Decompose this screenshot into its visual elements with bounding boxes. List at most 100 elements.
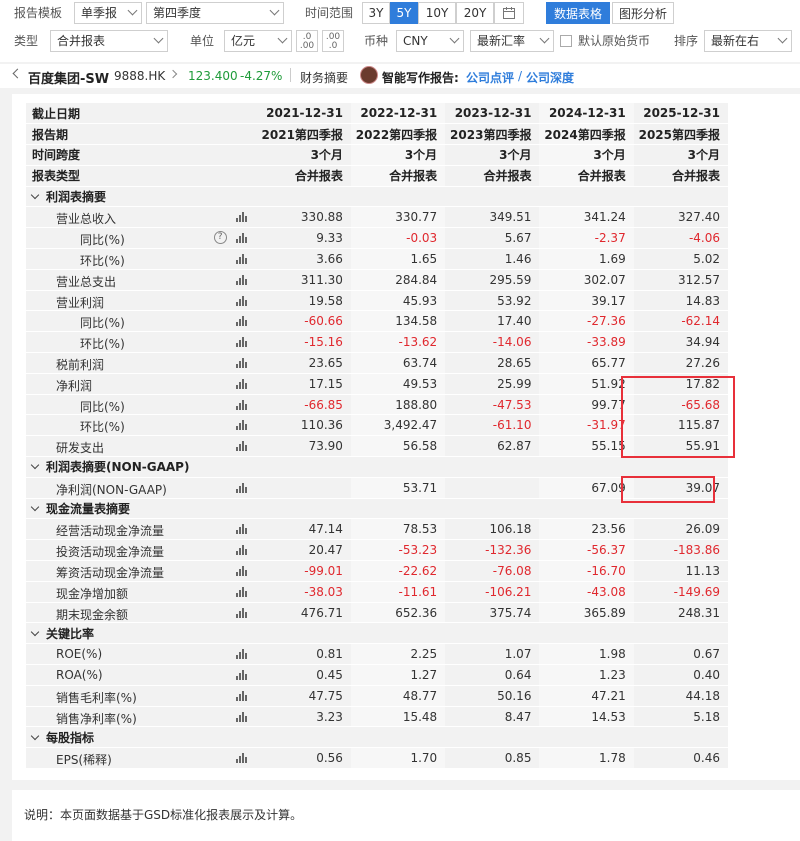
bar-chart-icon[interactable] bbox=[235, 441, 247, 452]
bar-chart-icon[interactable] bbox=[235, 295, 247, 306]
row-label: 营业总支出 bbox=[56, 274, 117, 289]
row-label-cell: 研发支出 bbox=[26, 435, 257, 458]
report-kind-value: 合并报表 bbox=[57, 34, 106, 48]
bar-chart-icon[interactable] bbox=[235, 337, 247, 348]
bar-chart-icon[interactable] bbox=[235, 358, 247, 369]
sort-select[interactable]: 最新在右 bbox=[704, 30, 792, 52]
currency-select[interactable]: CNY bbox=[396, 30, 464, 52]
row-label-cell: 筹资活动现金净流量 bbox=[26, 560, 257, 582]
value-cell: -38.03 bbox=[256, 581, 351, 603]
ai-report-label: 智能写作报告: bbox=[382, 71, 459, 85]
table-row: 同比(%) -60.66 134.58 17.40 -27.36 -62.14 bbox=[26, 310, 728, 333]
company-review-link[interactable]: 公司点评 bbox=[466, 69, 514, 86]
bar-chart-icon[interactable] bbox=[235, 212, 247, 223]
bar-chart-icon[interactable] bbox=[235, 233, 247, 244]
value-cell: -61.10 bbox=[445, 414, 540, 437]
quarter-select[interactable]: 第四季度 bbox=[146, 2, 284, 24]
bar-chart-icon[interactable] bbox=[235, 670, 247, 681]
row-label-cell: 投资活动现金净流量 bbox=[26, 539, 257, 562]
company-name[interactable]: 百度集团-SW bbox=[28, 68, 109, 87]
value-cell: 188.80 bbox=[350, 394, 446, 416]
range-20y-button[interactable]: 20Y bbox=[456, 2, 494, 24]
row-label-cell: 营业总收入 bbox=[26, 206, 257, 229]
section-header[interactable]: 每股指标 bbox=[26, 726, 728, 749]
section-row[interactable]: 每股指标 bbox=[26, 726, 728, 749]
report-type-value: 单季报 bbox=[81, 6, 118, 20]
table-row: 税前利润 23.65 63.74 28.65 65.77 27.26 bbox=[26, 352, 728, 374]
header-row: 报告期 2021第四季报 2022第四季报 2023第四季报 2024第四季报 2025第… bbox=[26, 123, 728, 146]
bar-chart-icon[interactable] bbox=[235, 607, 247, 618]
header-cell: 合并报表 bbox=[633, 165, 728, 187]
bar-chart-icon[interactable] bbox=[235, 711, 247, 722]
section-header[interactable]: 关键比率 bbox=[26, 622, 728, 645]
decimal-increase-button[interactable]: .0.00 bbox=[296, 30, 318, 52]
value-cell: 1.46 bbox=[445, 248, 540, 270]
section-header[interactable]: 利润表摘要 bbox=[26, 186, 728, 208]
value-cell: 62.87 bbox=[445, 435, 540, 458]
value-cell: 5.18 bbox=[633, 706, 728, 728]
header-cell: 2022第四季报 bbox=[350, 123, 446, 146]
bar-chart-icon[interactable] bbox=[235, 586, 247, 597]
row-label-cell: 销售净利率(%) bbox=[26, 706, 257, 728]
header-row: 时间跨度 3个月 3个月 3个月 3个月 3个月 bbox=[26, 144, 728, 166]
bar-chart-icon[interactable] bbox=[235, 649, 247, 660]
report-type-select[interactable]: 单季报 bbox=[74, 2, 142, 24]
bar-chart-icon[interactable] bbox=[235, 753, 247, 764]
chevron-down-icon[interactable] bbox=[30, 731, 40, 741]
range-5y-button[interactable]: 5Y bbox=[390, 2, 418, 24]
bar-chart-icon[interactable] bbox=[235, 545, 247, 556]
row-label: 销售毛利率(%) bbox=[56, 690, 137, 705]
value-cell bbox=[256, 477, 351, 499]
row-label: EPS(稀释) bbox=[56, 753, 112, 768]
value-cell: 302.07 bbox=[539, 269, 634, 291]
row-label: 研发支出 bbox=[56, 441, 105, 456]
value-cell: 365.89 bbox=[539, 602, 634, 624]
unit-select[interactable]: 亿元 bbox=[224, 30, 292, 52]
section-header[interactable]: 利润表摘要(NON-GAAP) bbox=[26, 456, 728, 478]
chevron-right-icon[interactable] bbox=[168, 69, 178, 79]
decimal-decrease-button[interactable]: .00.0 bbox=[322, 30, 344, 52]
value-cell: 3,492.47 bbox=[350, 414, 446, 437]
bar-chart-icon[interactable] bbox=[235, 316, 247, 327]
chevron-down-icon[interactable] bbox=[30, 627, 40, 637]
header-label: 截止日期 bbox=[26, 103, 257, 125]
unit-value: 亿元 bbox=[231, 34, 256, 48]
row-label-cell: EPS(稀释) bbox=[26, 747, 257, 769]
section-row[interactable]: 关键比率 bbox=[26, 622, 728, 645]
bar-chart-icon[interactable] bbox=[235, 274, 247, 285]
calendar-button[interactable] bbox=[494, 2, 524, 24]
chevron-down-icon[interactable] bbox=[30, 190, 40, 200]
exchange-rate-select[interactable]: 最新汇率 bbox=[470, 30, 554, 52]
header-label: 报表类型 bbox=[26, 165, 257, 187]
header-cell: 2025第四季报 bbox=[633, 123, 728, 146]
value-cell: 47.21 bbox=[539, 685, 634, 707]
report-kind-select[interactable]: 合并报表 bbox=[50, 30, 168, 52]
help-icon[interactable]: ? bbox=[213, 231, 227, 245]
chevron-down-icon[interactable] bbox=[30, 502, 40, 512]
header-cell: 3个月 bbox=[633, 144, 728, 166]
tab-data-table[interactable]: 数据表格 bbox=[546, 2, 610, 24]
bar-chart-icon[interactable] bbox=[235, 254, 247, 265]
tab-chart-analysis[interactable]: 图形分析 bbox=[612, 2, 674, 24]
section-row[interactable]: 利润表摘要 bbox=[26, 186, 728, 208]
bar-chart-icon[interactable] bbox=[235, 566, 247, 577]
value-cell: -13.62 bbox=[350, 331, 446, 354]
default-currency-checkbox[interactable] bbox=[560, 35, 572, 47]
bar-chart-icon[interactable] bbox=[235, 524, 247, 535]
company-depth-link[interactable]: 公司深度 bbox=[526, 69, 574, 86]
bar-chart-icon[interactable] bbox=[235, 399, 247, 410]
bar-chart-icon[interactable] bbox=[235, 482, 247, 493]
header-cell: 2024-12-31 bbox=[539, 103, 634, 125]
range-3y-button[interactable]: 3Y bbox=[362, 2, 390, 24]
table-row: 同比(%)? 9.33 -0.03 5.67 -2.37 -4.06 bbox=[26, 227, 728, 250]
row-label: 同比(%) bbox=[80, 399, 125, 414]
section-row[interactable]: 利润表摘要(NON-GAAP) bbox=[26, 456, 728, 478]
back-icon[interactable] bbox=[12, 68, 23, 79]
row-label: 营业总收入 bbox=[56, 212, 117, 227]
bar-chart-icon[interactable] bbox=[235, 378, 247, 389]
bar-chart-icon[interactable] bbox=[235, 690, 247, 701]
bar-chart-icon[interactable] bbox=[235, 420, 247, 431]
range-10y-button[interactable]: 10Y bbox=[418, 2, 456, 24]
value-cell: 110.36 bbox=[256, 414, 351, 437]
chevron-down-icon[interactable] bbox=[30, 461, 40, 470]
